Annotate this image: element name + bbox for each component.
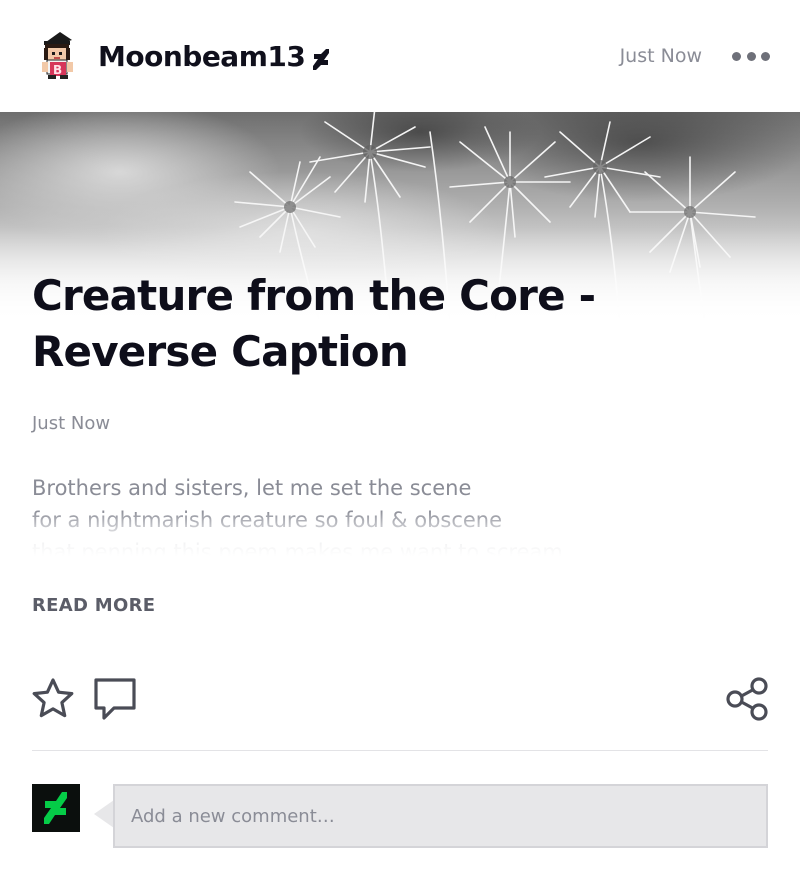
svg-text:B: B xyxy=(53,63,62,77)
username-text: Moonbeam13 xyxy=(98,39,306,73)
divider xyxy=(32,750,768,751)
speech-bubble-icon xyxy=(94,678,136,720)
excerpt-line: for a nightmarish creature so foul & obs… xyxy=(32,508,503,532)
excerpt-line: Brothers and sisters, let me set the sce… xyxy=(32,476,472,500)
deviation-card: B Moonbeam13 Just Now Creature from the … xyxy=(0,0,800,880)
deviantart-badge-icon xyxy=(313,44,330,70)
card-header: B Moonbeam13 Just Now xyxy=(0,0,800,112)
literature-excerpt: Brothers and sisters, let me set the sce… xyxy=(32,472,772,556)
read-more-link[interactable]: READ MORE xyxy=(32,594,155,618)
title-line-2: Reverse Caption xyxy=(32,327,409,376)
username-link[interactable]: Moonbeam13 xyxy=(98,36,330,76)
share-button[interactable] xyxy=(724,676,770,722)
more-dots-icon xyxy=(732,51,741,61)
deviantart-logo-icon xyxy=(32,784,80,832)
share-icon xyxy=(726,677,768,721)
star-icon xyxy=(32,678,74,718)
favorite-button[interactable] xyxy=(30,676,76,722)
comment-input[interactable] xyxy=(129,804,752,828)
comment-button[interactable] xyxy=(92,676,138,722)
comment-box[interactable] xyxy=(113,784,768,848)
pixel-character-avatar-icon: B xyxy=(42,32,73,79)
deviation-title[interactable]: Creature from the Core - Reverse Caption xyxy=(32,268,772,380)
header-timestamp: Just Now xyxy=(619,45,702,67)
title-line-1: Creature from the Core - xyxy=(32,271,596,320)
more-options-button[interactable] xyxy=(732,42,770,70)
excerpt-line: that penning this poem makes me want to … xyxy=(32,540,570,556)
comment-box-pointer xyxy=(94,800,114,828)
user-avatar[interactable]: B xyxy=(36,30,82,80)
commenter-avatar[interactable] xyxy=(32,784,80,832)
post-timestamp: Just Now xyxy=(32,413,111,434)
